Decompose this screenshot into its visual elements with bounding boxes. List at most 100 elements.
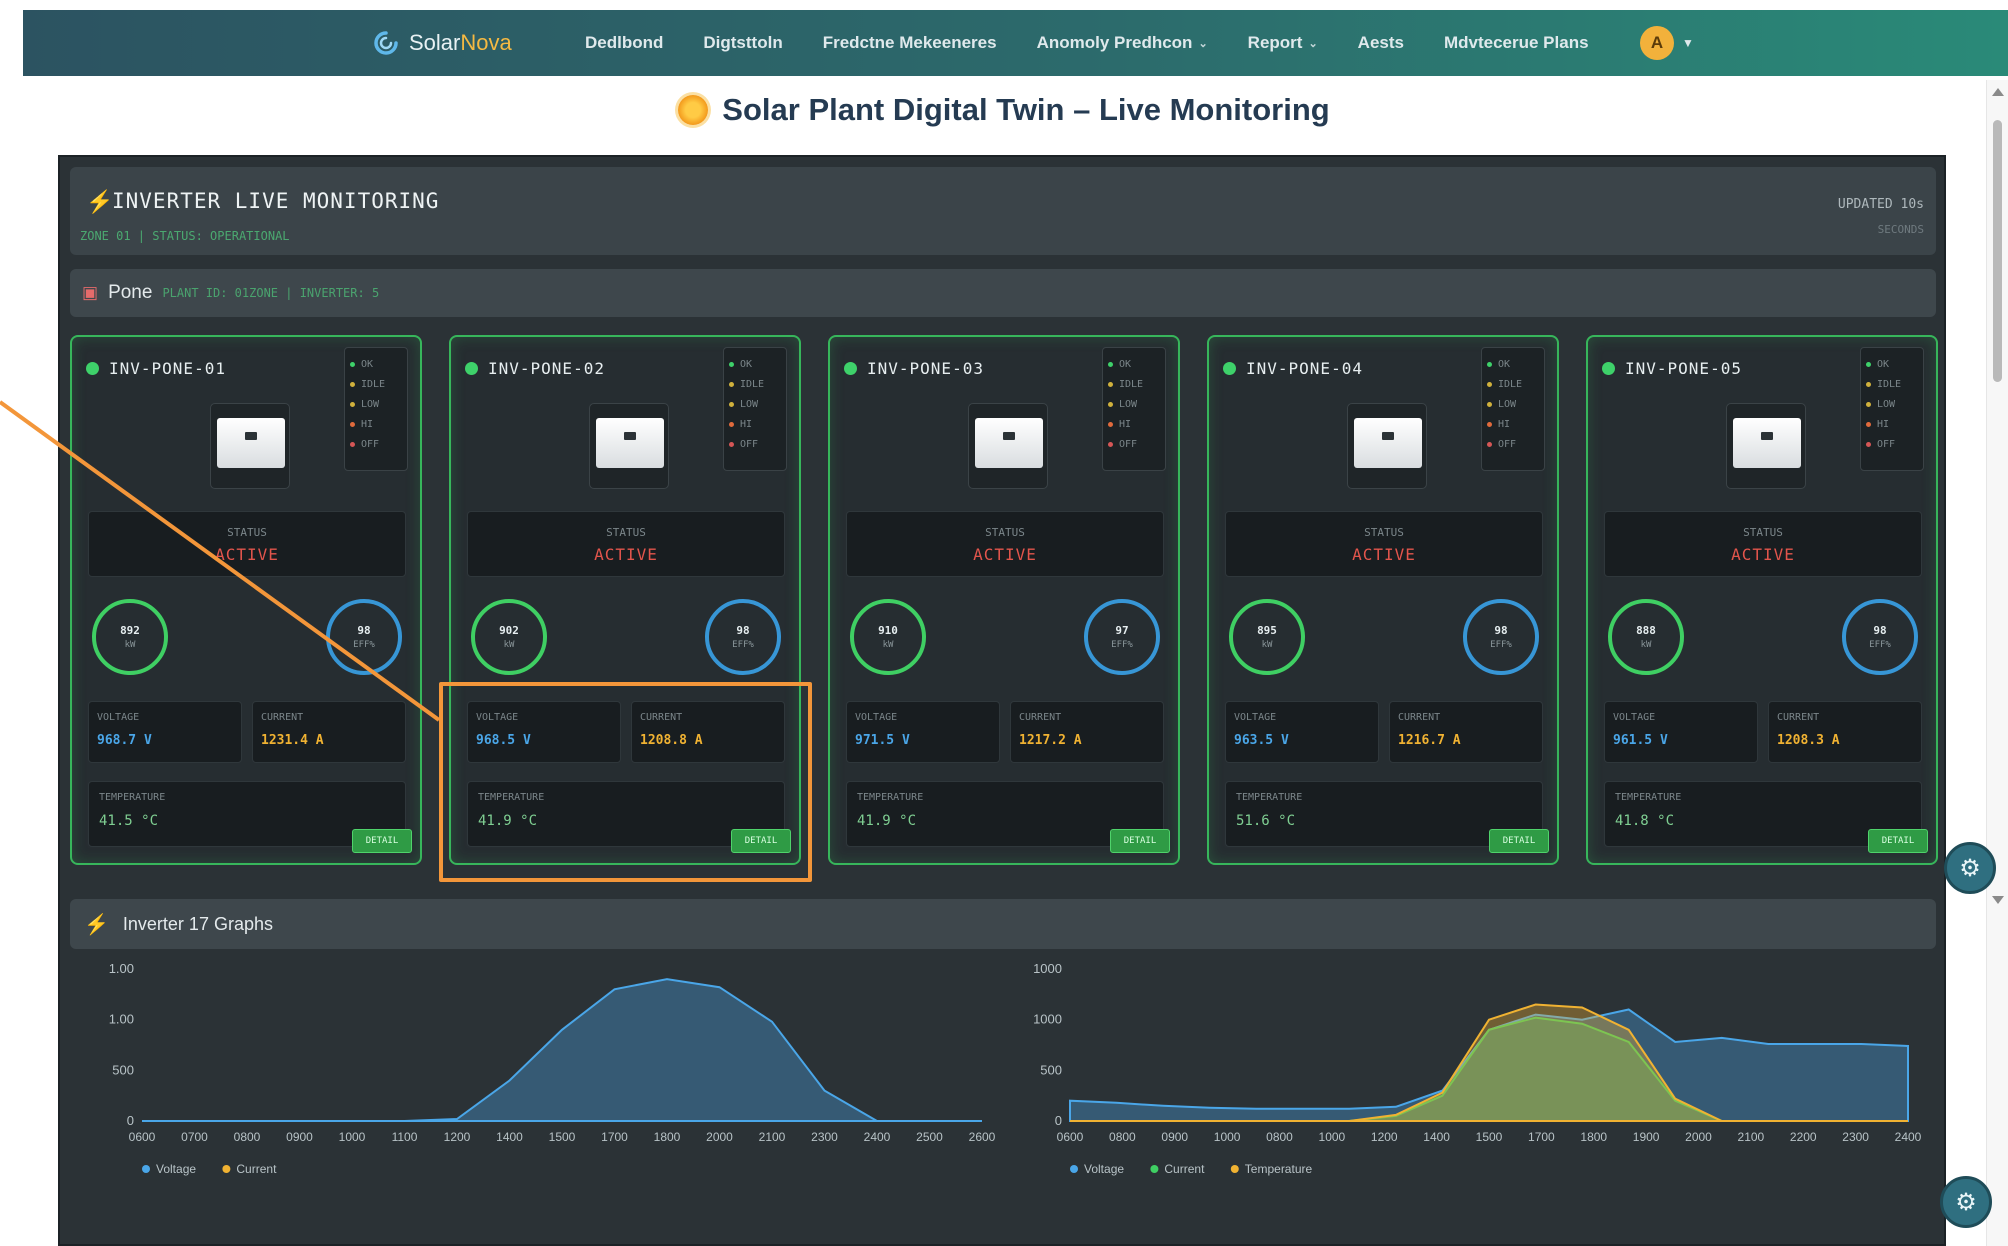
vertical-scrollbar[interactable] (1986, 80, 2008, 1246)
gauge-value: 98 (357, 624, 371, 637)
status-legend: OK IDLE LOW HI OFF (344, 347, 408, 471)
legend-dot (1866, 381, 1871, 387)
status-dot-icon (844, 362, 857, 375)
y-tick-label: 1.00 (109, 1012, 134, 1027)
gauge-value: 895 (1257, 624, 1277, 637)
scroll-up-icon[interactable] (1992, 88, 2004, 96)
efficiency-gauge: 98 EFF% (705, 599, 781, 675)
gauge-value: 902 (499, 624, 519, 637)
metric-label: TEMPERATURE (478, 792, 545, 803)
legend-dot (1108, 441, 1113, 447)
graphs-header[interactable]: ⚡ Inverter 17 Graphs (70, 899, 1936, 949)
inverter-card[interactable]: INV-PONE-04 OK IDLE LOW HI OFF STATUS ACTIVE… (1207, 335, 1559, 865)
legend-label: Temperature (1245, 1162, 1313, 1176)
metric-value: 1208.3 A (1777, 733, 1840, 748)
nav-item[interactable]: Anomoly Predhcon ⌄ (1037, 33, 1208, 53)
legend-label: OK (1119, 358, 1132, 370)
inverter-card[interactable]: INV-PONE-05 OK IDLE LOW HI OFF STATUS ACTIVE… (1586, 335, 1938, 865)
detail-button[interactable]: DETAIL (731, 829, 791, 853)
inverter-section-header: ⚡ INVERTER LIVE MONITORING ZONE 01 | STA… (70, 167, 1936, 255)
x-tick-label: 2600 (969, 1130, 996, 1144)
inverter-card[interactable]: INV-PONE-02 OK IDLE LOW HI OFF STATUS ACTIVE… (449, 335, 801, 865)
legend-label: HI (1119, 418, 1132, 430)
legend-label: OFF (1119, 438, 1138, 450)
x-tick-label: 0700 (181, 1130, 208, 1144)
nav-item[interactable]: Dedlbond (585, 33, 663, 53)
status-value: ACTIVE (594, 545, 658, 564)
nav-item[interactable]: Report ⌄ (1248, 33, 1318, 53)
nav-item-label: Dedlbond (585, 33, 664, 52)
legend-row: OFF (1108, 434, 1160, 454)
x-tick-label: 1800 (654, 1130, 681, 1144)
legend-dot (1487, 421, 1492, 427)
x-tick-label: 2000 (1685, 1130, 1712, 1144)
chat-bot-button[interactable]: ⚙ (1940, 1176, 1992, 1228)
inverter-device-icon (1347, 403, 1427, 489)
legend-dot (350, 381, 355, 387)
page-title: Solar Plant Digital Twin – Live Monitori… (722, 92, 1330, 127)
card-header: INV-PONE-02 (465, 359, 605, 378)
detail-button[interactable]: DETAIL (1489, 829, 1549, 853)
bot-icon: ⚙ (1955, 1188, 1977, 1216)
legend-row: LOW (1866, 394, 1918, 414)
scrollbar-thumb[interactable] (1993, 120, 2002, 382)
legend-label: IDLE (1498, 378, 1523, 390)
efficiency-gauge: 98 EFF% (1463, 599, 1539, 675)
current-metric: CURRENT 1217.2 A (1010, 701, 1164, 763)
nav-item-label: Mdvtecerue Plans (1443, 33, 1589, 52)
legend-row: LOW (1487, 394, 1539, 414)
x-tick-label: 1000 (1319, 1130, 1346, 1144)
legend-label: Voltage (1084, 1162, 1124, 1176)
status-label: STATUS (606, 526, 646, 539)
user-menu[interactable]: A ▼ (1640, 10, 1694, 76)
brand[interactable]: SolarNova (373, 10, 512, 76)
detail-button[interactable]: DETAIL (352, 829, 412, 853)
detail-button[interactable]: DETAIL (1110, 829, 1170, 853)
chevron-down-icon[interactable]: ▼ (1682, 36, 1694, 50)
legend-row: OK (1108, 354, 1160, 374)
x-tick-label: 1100 (392, 1130, 418, 1144)
inverter-card[interactable]: INV-PONE-03 OK IDLE LOW HI OFF STATUS ACTIVE… (828, 335, 1180, 865)
scroll-down-icon[interactable] (1992, 896, 2004, 904)
nav-item[interactable]: Mdvtecerue Plans (1444, 33, 1589, 53)
voltage-metric: VOLTAGE 971.5 V (846, 701, 1000, 763)
x-tick-label: 0800 (1109, 1130, 1136, 1144)
metric-value: 1216.7 A (1398, 733, 1461, 748)
gauge-value: 97 (1115, 624, 1129, 637)
nav-item-label: Fredctne Mekeeneres (822, 33, 997, 52)
current-metric: CURRENT 1231.4 A (252, 701, 406, 763)
metric-label: VOLTAGE (855, 712, 898, 723)
card-header: INV-PONE-04 (1223, 359, 1363, 378)
avatar[interactable]: A (1640, 26, 1674, 60)
legend-dot (729, 421, 734, 427)
x-tick-label: 1700 (601, 1130, 628, 1144)
legend-row: OK (1487, 354, 1539, 374)
nav-item[interactable]: Aests (1358, 33, 1404, 53)
legend-label: OFF (361, 438, 380, 450)
legend-dot (729, 441, 734, 447)
metric-label: CURRENT (1019, 712, 1062, 723)
legend-dot (1487, 401, 1492, 407)
legend-row: LOW (1108, 394, 1160, 414)
x-tick-label: 0800 (1266, 1130, 1293, 1144)
legend-dot (729, 381, 734, 387)
inverter-card[interactable]: INV-PONE-01 OK IDLE LOW HI OFF STATUS ACTIVE… (70, 335, 422, 865)
zone-bar[interactable]: ▣ Pone PLANT ID: 01ZONE | INVERTER: 5 (70, 269, 1936, 317)
assistant-bot-button[interactable]: ⚙ (1944, 842, 1996, 894)
legend-row: OFF (350, 434, 402, 454)
x-tick-label: 2200 (1790, 1130, 1817, 1144)
voltage-metric: VOLTAGE 968.7 V (88, 701, 242, 763)
x-tick-label: 1400 (496, 1130, 523, 1144)
nav-item[interactable]: Digtsttoln (703, 33, 782, 53)
metric-value: 1208.8 A (640, 733, 703, 748)
detail-button[interactable]: DETAIL (1868, 829, 1928, 853)
legend-label: Voltage (156, 1162, 196, 1176)
bolt-icon: ⚡ (84, 913, 109, 936)
zone-subtitle: PLANT ID: 01ZONE | INVERTER: 5 (162, 286, 380, 300)
legend-row: IDLE (350, 374, 402, 394)
nav-item[interactable]: Fredctne Mekeeneres (823, 33, 997, 53)
metric-value: 961.5 V (1613, 733, 1668, 748)
legend-row: IDLE (729, 374, 781, 394)
x-tick-label: 0900 (1161, 1130, 1188, 1144)
top-navbar: SolarNova Dedlbond Digtsttoln Fredctne Mek… (23, 10, 2008, 76)
